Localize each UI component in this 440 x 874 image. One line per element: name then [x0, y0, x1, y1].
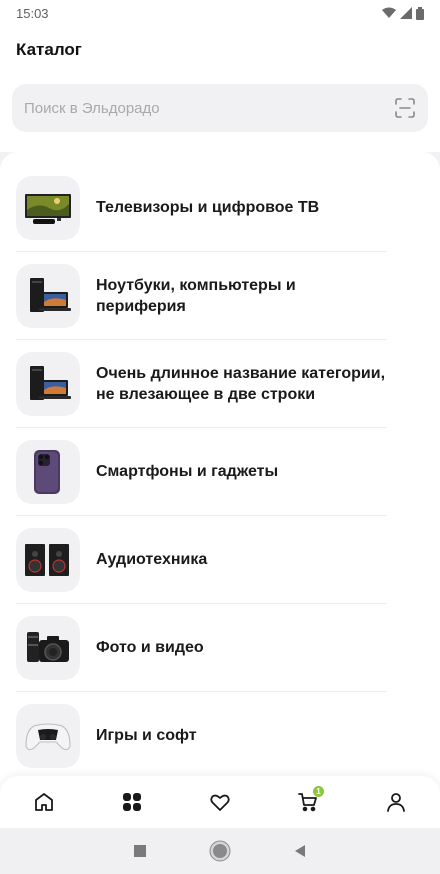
status-bar: 15:03	[0, 0, 440, 26]
smartphone-icon	[16, 439, 80, 504]
category-item-long[interactable]: Очень длинное название категории, не вле…	[16, 340, 386, 428]
category-label: Телевизоры и цифровое ТВ	[96, 199, 320, 216]
category-item-audio[interactable]: Аудиотехника	[16, 516, 386, 604]
battery-icon	[416, 6, 424, 20]
computer-icon	[16, 351, 80, 416]
category-label: Очень длинное название категории, не вле…	[96, 364, 386, 403]
catalog-icon	[123, 793, 141, 811]
category-label: Ноутбуки, компьютеры и периферия	[96, 276, 296, 315]
category-label: Фото и видео	[96, 639, 204, 656]
home-circle-icon[interactable]	[209, 840, 231, 862]
bottom-nav: 1	[0, 776, 440, 828]
category-item-games[interactable]: Игры и софт	[16, 692, 386, 780]
category-item-smartphones[interactable]: Смартфоны и гаджеты	[16, 428, 386, 516]
speakers-icon	[16, 527, 80, 592]
home-icon	[35, 793, 53, 811]
nav-profile-button[interactable]	[374, 780, 418, 824]
computer-icon	[16, 263, 80, 328]
cart-badge: 1	[313, 786, 324, 797]
wifi-icon	[382, 7, 396, 18]
nav-favorites-button[interactable]	[198, 780, 242, 824]
nav-cart-button[interactable]: 1	[286, 780, 330, 824]
category-list: Телевизоры и цифровое ТВ Ноутбуки, компь…	[0, 152, 440, 792]
favorites-icon	[210, 794, 230, 811]
search-input[interactable]	[24, 99, 394, 117]
category-item-photo[interactable]: Фото и видео	[16, 604, 386, 692]
category-item-computers[interactable]: Ноутбуки, компьютеры и периферия	[16, 252, 386, 340]
profile-icon	[387, 793, 405, 812]
page-title: Каталог	[16, 40, 82, 59]
nav-catalog-button[interactable]	[110, 780, 154, 824]
status-icons	[382, 6, 424, 20]
category-item-tv[interactable]: Телевизоры и цифровое ТВ	[16, 164, 386, 252]
camera-icon	[16, 615, 80, 680]
category-label: Смартфоны и гаджеты	[96, 463, 279, 480]
nav-home-button[interactable]	[22, 780, 66, 824]
gamepad-icon	[16, 703, 80, 768]
scan-icon[interactable]	[394, 97, 416, 119]
category-label: Игры и софт	[96, 727, 197, 744]
tv-icon	[16, 175, 80, 240]
signal-icon	[400, 7, 412, 19]
back-icon[interactable]	[293, 844, 307, 858]
status-time: 15:03	[16, 5, 49, 21]
category-label: Аудиотехника	[96, 551, 208, 568]
system-navigation-bar	[0, 828, 440, 874]
top-area: 15:03 Каталог	[0, 0, 440, 152]
search-bar[interactable]	[12, 84, 428, 132]
recents-icon[interactable]	[133, 844, 147, 858]
